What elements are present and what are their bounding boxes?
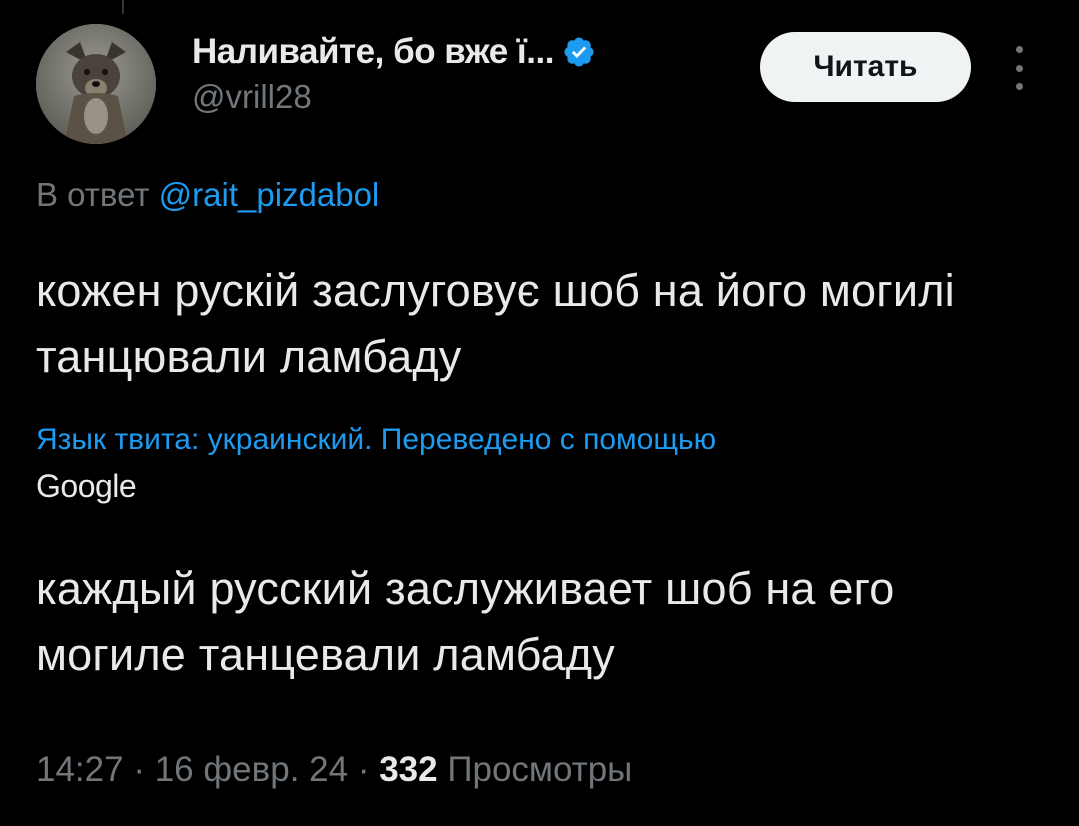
tweet-meta: 14:27 · 16 февр. 24 · 332 Просмотры [36,750,632,790]
thread-connector-line [122,0,124,14]
tweet-date[interactable]: 16 февр. 24 [155,750,348,789]
reply-to-line: В ответ @rait_pizdabol [36,176,379,214]
tweet-text: кожен рускій заслуговує шоб на його моги… [36,265,955,382]
translation-note[interactable]: Язык твита: украинский. Переведено с пом… [36,418,1036,462]
reply-mention-link[interactable]: @rait_pizdabol [159,176,380,213]
translated-tweet-text: каждый русский заслуживает шоб на его мо… [36,563,895,680]
reply-to-prefix: В ответ [36,176,150,213]
avatar[interactable] [36,24,156,144]
more-options-icon[interactable] [1004,46,1034,90]
meta-separator: · [133,750,145,789]
author-display-name[interactable]: Наливайте, бо вже ї... [192,32,554,72]
follow-button[interactable]: Читать [760,32,971,102]
tweet-time[interactable]: 14:27 [36,750,124,789]
author-handle[interactable]: @vrill28 [192,78,712,116]
avatar-dog-image [36,24,156,144]
tweet-author[interactable]: Наливайте, бо вже ї... @vrill28 [192,30,712,116]
views-label: Просмотры [447,750,633,789]
verified-badge-icon [562,35,596,69]
google-logo: Google [36,468,137,504]
meta-separator: · [357,750,370,789]
views-count[interactable]: 332 [379,750,437,789]
